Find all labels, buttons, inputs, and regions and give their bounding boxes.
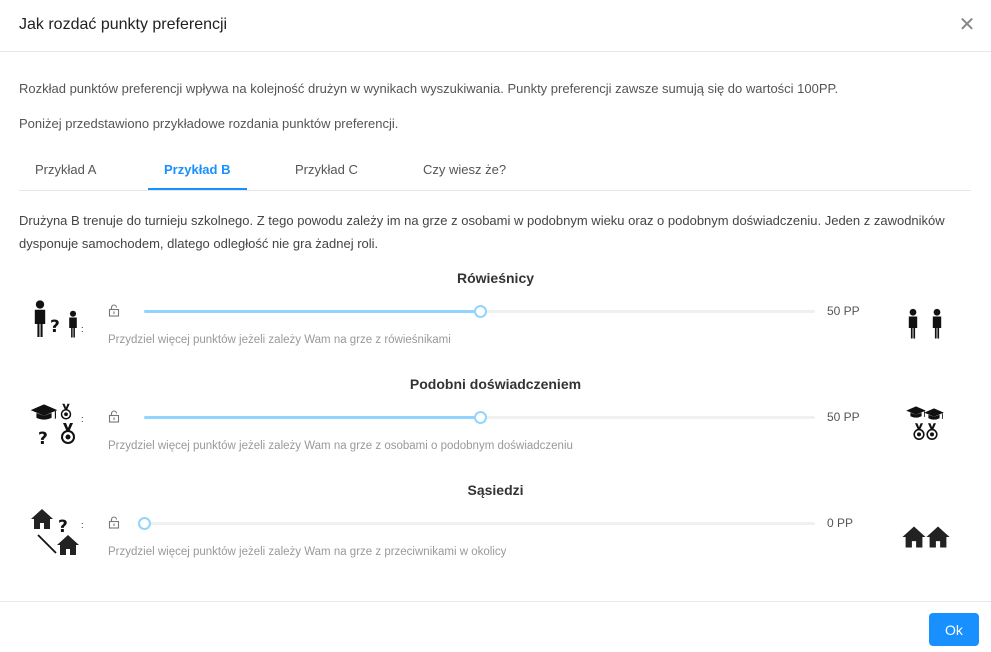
slider-track[interactable] <box>144 305 815 318</box>
slider-value: 50 PP <box>827 410 860 424</box>
slider-value: 0 PP <box>827 516 854 530</box>
svg-text::: : <box>81 520 84 530</box>
slider-section-peers: Rówieśnicy ? : 50 PP Przydziel więcej pu… <box>0 270 991 370</box>
dialog-header: Jak rozdać punkty preferencji ✕ <box>0 0 991 52</box>
slider-fill <box>144 416 480 419</box>
lock-icon[interactable] <box>108 304 120 317</box>
peers-question-icon: ? : <box>34 300 84 338</box>
peers-icon <box>908 308 942 339</box>
dialog-footer: Ok <box>0 601 991 652</box>
tab-przyklad-c[interactable]: Przykład C <box>295 162 358 177</box>
slider-title: Rówieśnicy <box>456 270 535 286</box>
svg-text:?: ? <box>50 317 60 337</box>
intro-paragraph-2: Poniżej przedstawiono przykładowe rozdan… <box>19 116 399 131</box>
experience-icon <box>905 405 945 441</box>
tab-active-indicator <box>148 188 247 190</box>
svg-text::: : <box>81 414 84 424</box>
slider-handle[interactable] <box>473 411 487 424</box>
svg-text::: : <box>81 324 84 334</box>
slider-track[interactable] <box>144 411 815 424</box>
tabs-bar: Przykład A Przykład B Przykład C Czy wie… <box>19 150 971 191</box>
dialog-title: Jak rozdać punkty preferencji <box>19 16 228 33</box>
slider-hint: Przydziel więcej punktów jeżeli zależy W… <box>108 334 451 346</box>
slider-handle[interactable] <box>473 305 487 318</box>
intro-paragraph: Rozkład punktów preferencji wpływa na ko… <box>19 81 839 96</box>
close-icon[interactable]: ✕ <box>957 14 977 36</box>
slider-title: Podobni doświadczeniem <box>409 376 582 392</box>
slider-hint: Przydziel więcej punktów jeżeli zależy W… <box>108 546 507 558</box>
slider-handle[interactable] <box>138 517 151 530</box>
slider-section-neighbors: Sąsiedzi ? : 0 PP Przydziel więcej punkt… <box>0 482 991 582</box>
tab-przyklad-b[interactable]: Przykład B <box>164 162 230 177</box>
slider-track[interactable] <box>138 517 815 530</box>
tab-przyklad-a[interactable]: Przykład A <box>35 162 96 177</box>
slider-fill <box>144 310 480 313</box>
lock-icon[interactable] <box>108 516 120 529</box>
slider-title: Sąsiedzi <box>467 482 524 498</box>
tab-czy-wiesz[interactable]: Czy wiesz że? <box>423 162 506 177</box>
experience-question-icon: ? : <box>30 403 84 449</box>
slider-value: 50 PP <box>827 304 860 318</box>
example-description: Drużyna B trenuje do turnieju szkolnego.… <box>19 213 945 251</box>
slider-section-experience: Podobni doświadczeniem ? : 50 PP Przydzi… <box>0 376 991 476</box>
lock-icon[interactable] <box>108 410 120 423</box>
slider-hint: Przydziel więcej punktów jeżeli zależy W… <box>108 440 573 452</box>
neighbors-icon <box>902 526 950 548</box>
neighbors-question-icon: ? : <box>31 509 84 555</box>
ok-button[interactable]: Ok <box>929 613 979 646</box>
svg-text:?: ? <box>58 517 68 537</box>
svg-text:?: ? <box>38 429 48 449</box>
